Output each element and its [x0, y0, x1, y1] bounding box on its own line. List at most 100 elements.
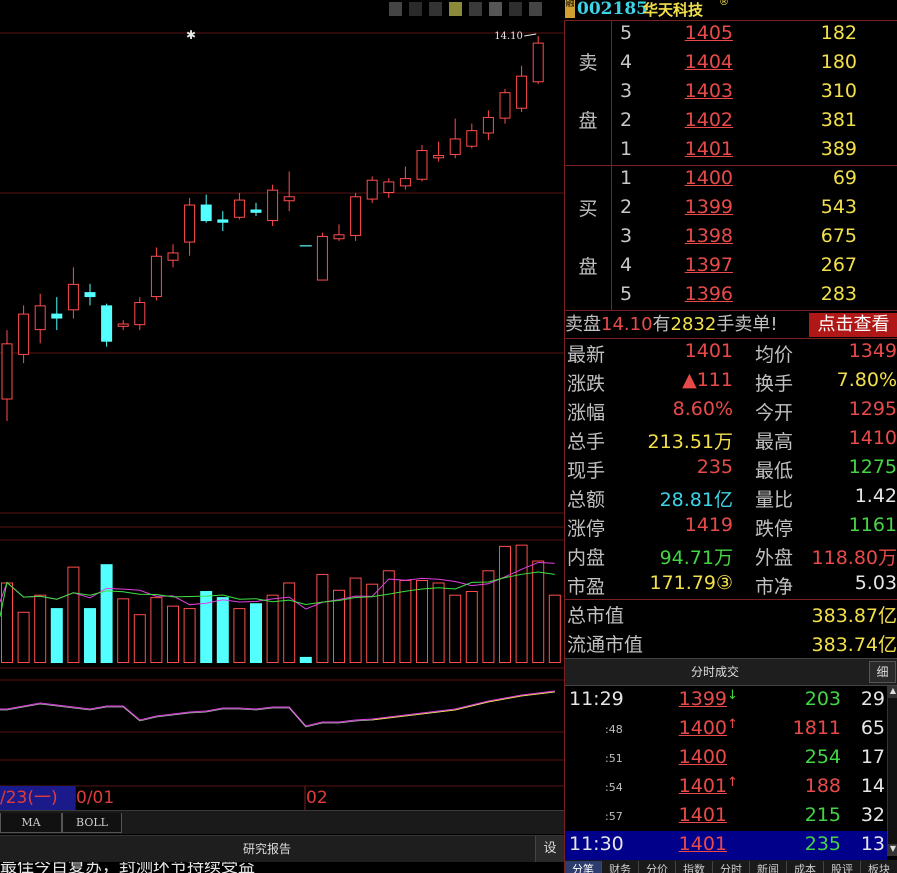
tick-row[interactable]: 11:30 1401 235 13 — [565, 831, 887, 860]
tick-price: 1401 — [678, 833, 727, 855]
candle-body — [200, 204, 212, 222]
volume-bar — [250, 603, 262, 663]
quote-value: 1349 — [848, 340, 897, 362]
candle-body — [449, 138, 461, 155]
tick-count: 32 — [860, 804, 885, 826]
quote-value: 1410 — [848, 427, 897, 449]
bid-level: 2 — [620, 196, 633, 218]
bid-price[interactable]: 1396 — [675, 283, 733, 305]
kline-chart[interactable]: 14.10 ✱ — [0, 0, 564, 810]
tick-count: 14 — [860, 775, 885, 797]
bottom-tab[interactable]: 成本 — [787, 861, 824, 873]
volume-bar — [449, 594, 462, 663]
ask-price[interactable]: 1405 — [675, 22, 733, 44]
tick-row[interactable]: :48 1400 ↑ 1811 65 — [565, 715, 887, 744]
bid-row[interactable]: 3 1398 675 — [565, 223, 897, 252]
tick-time: :57 — [605, 810, 623, 823]
tick-count: 17 — [860, 746, 885, 768]
tick-count: 29 — [860, 688, 885, 710]
ask-level: 1 — [620, 138, 633, 160]
quote-label: 总额 — [567, 489, 606, 511]
view-orders-button[interactable]: 点击查看 — [809, 313, 897, 337]
blurred-block — [469, 2, 482, 16]
chart-area[interactable]: 14.10 ✱ /23(一) 0/01 02 — [0, 0, 564, 810]
bid-row[interactable]: 5 1396 283 — [565, 281, 897, 310]
ask-volume: 310 — [820, 80, 857, 102]
ask-volume: 182 — [820, 22, 857, 44]
volume-bar — [150, 597, 163, 663]
bid-row[interactable]: 2 1399 543 — [565, 194, 897, 223]
bid-row[interactable]: 1 1400 69 — [565, 165, 897, 194]
quote-value: 235 — [696, 456, 733, 478]
quote-row: 现手 235 最低 1275 — [565, 454, 897, 483]
bottom-tab[interactable]: 指数 — [676, 861, 713, 873]
tick-price: 1400 — [678, 717, 727, 739]
ask-row[interactable]: 2 1402 381 — [565, 107, 897, 136]
scroll-up-icon[interactable]: ▲ — [888, 686, 897, 698]
ticks-title[interactable]: 分时成交 — [665, 659, 765, 685]
bid-price[interactable]: 1400 — [675, 167, 733, 189]
ask-row[interactable]: 1 1401 389 — [565, 136, 897, 165]
tick-time: :48 — [605, 723, 623, 736]
bottom-tab[interactable]: 分笔 — [565, 861, 602, 873]
ask-level: 5 — [620, 22, 633, 44]
volume-bar — [283, 582, 296, 663]
scroll-down-icon[interactable]: ▼ — [888, 844, 897, 856]
stock-name[interactable]: 华天科技 — [643, 0, 703, 20]
margin-badge: 融 — [565, 0, 575, 18]
quote-label: 涨停 — [567, 518, 606, 540]
candle-body — [383, 181, 395, 193]
bottom-tab[interactable]: 分时 — [713, 861, 750, 873]
settings-button[interactable]: 设 — [535, 836, 564, 862]
volume-bar — [167, 605, 179, 663]
stock-code[interactable]: 002185 — [577, 0, 648, 19]
ask-row[interactable]: 3 1403 310 — [565, 78, 897, 107]
tick-scrollbar[interactable]: ▲ ▼ — [887, 686, 897, 856]
candle-body — [84, 292, 96, 298]
bid-price[interactable]: 1398 — [675, 225, 733, 247]
bid-price[interactable]: 1397 — [675, 254, 733, 276]
quote-panel: 融 002185 华天科技 ® 卖 盘 5 1405 182 4 1404 180 3 140… — [375, 0, 897, 873]
ask-price[interactable]: 1401 — [675, 138, 733, 160]
bottom-tab[interactable]: 股评 — [824, 861, 861, 873]
quote-label: 涨幅 — [567, 402, 606, 424]
bottom-tab[interactable]: 板块 — [861, 861, 897, 873]
bid-level: 4 — [620, 254, 633, 276]
tab-ma[interactable]: MA — [0, 813, 62, 833]
ask-row[interactable]: 4 1404 180 — [565, 49, 897, 78]
ask-price[interactable]: 1404 — [675, 51, 733, 73]
bottom-tab[interactable]: 财务 — [602, 861, 639, 873]
candle-body — [366, 179, 378, 200]
ask-row[interactable]: 5 1405 182 — [565, 20, 897, 49]
detail-button[interactable]: 细 — [869, 661, 896, 683]
tick-row[interactable]: :54 1401 ↑ 188 14 — [565, 773, 887, 802]
candle-body — [117, 323, 129, 327]
ask-price[interactable]: 1403 — [675, 80, 733, 102]
ticks-header: 分时成交 细 — [565, 658, 897, 686]
tick-price: 1401 — [678, 775, 727, 797]
tick-direction-icon: ↑ — [727, 717, 738, 732]
volume-bar — [266, 594, 279, 663]
bottom-tab[interactable]: 分价 — [639, 861, 676, 873]
tick-row[interactable]: 11:29 1399 ↓ 203 29 — [565, 686, 887, 715]
quote-value: 28.81亿 — [659, 489, 733, 511]
research-report-button[interactable]: 研究报告 — [0, 836, 534, 862]
volume-bar — [50, 608, 63, 663]
bottom-tabs: 分笔 财务 分价 指数 分时 新闻 成本 股评 板块 — [565, 860, 897, 873]
date-label-1: /23(一) — [0, 788, 58, 808]
tick-direction-icon: ↓ — [727, 688, 738, 703]
candle-body — [101, 305, 113, 342]
bid-price[interactable]: 1399 — [675, 196, 733, 218]
candle-body — [34, 305, 46, 331]
candle-body — [350, 196, 362, 236]
ask-price[interactable]: 1402 — [675, 109, 733, 131]
tab-boll[interactable]: BOLL — [62, 813, 122, 833]
alert-text-3: 手卖单! — [716, 314, 778, 335]
tick-row[interactable]: :57 1401 215 32 — [565, 802, 887, 831]
bid-row[interactable]: 4 1397 267 — [565, 252, 897, 281]
candle-body — [167, 252, 179, 261]
tick-row[interactable]: :51 1400 254 17 — [565, 744, 887, 773]
news-ticker[interactable]: 最佳今百复苏，封测环节持续受益 — [0, 862, 564, 873]
quote-row: 总手 213.51万 最高 1410 — [565, 425, 897, 454]
bottom-tab[interactable]: 新闻 — [750, 861, 787, 873]
